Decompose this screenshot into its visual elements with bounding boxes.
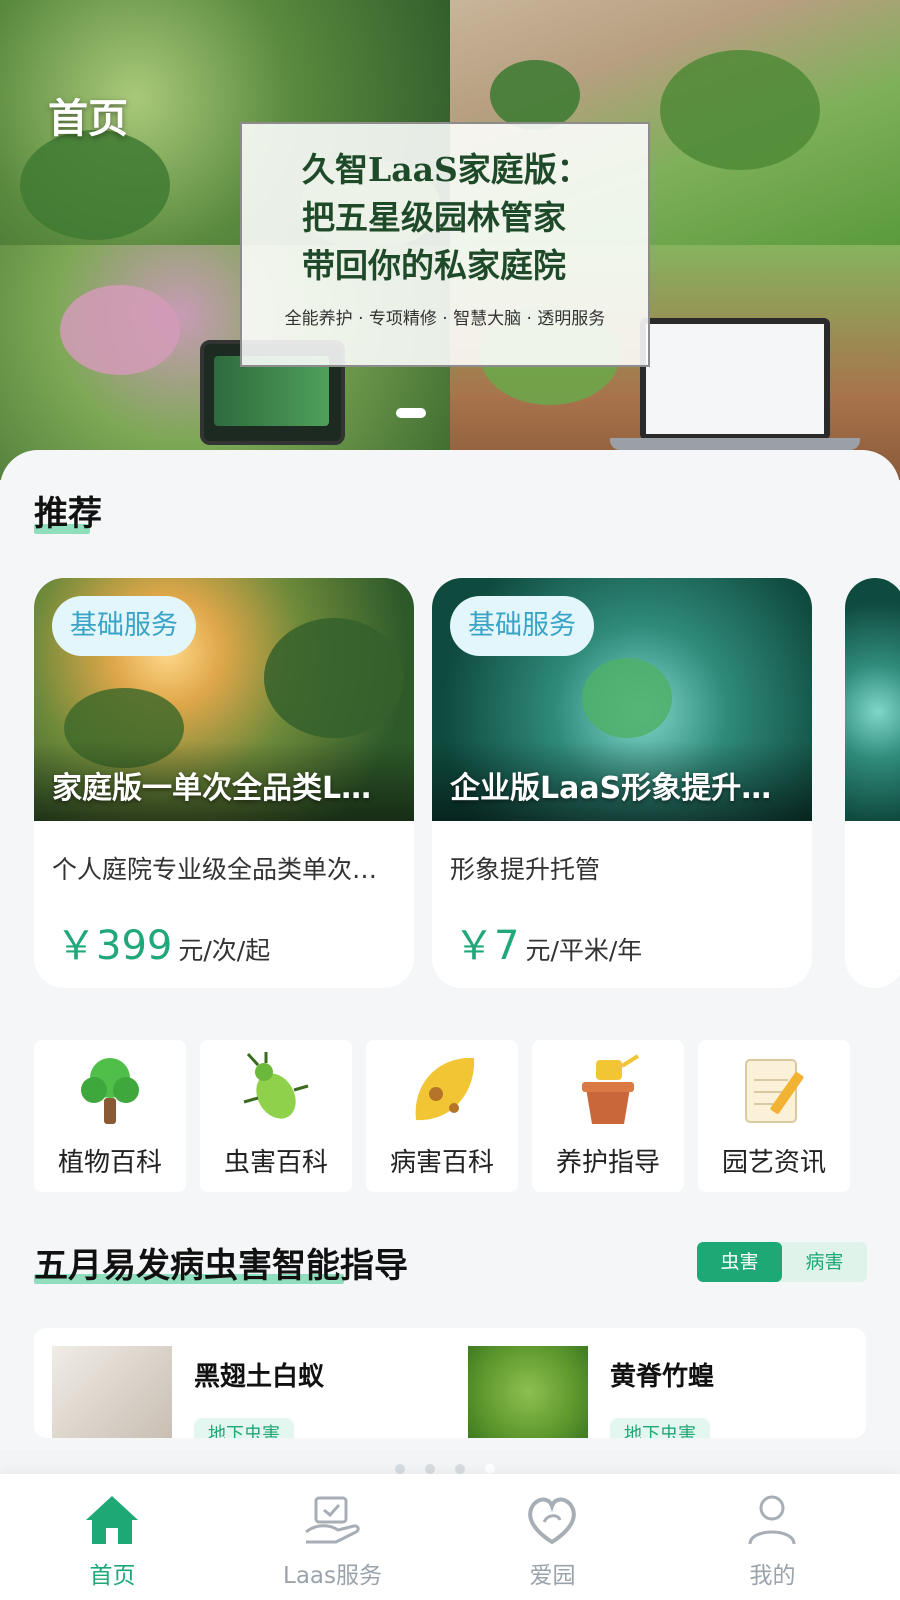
tab-pest[interactable]: 虫害 — [697, 1242, 782, 1282]
nav-home[interactable]: 首页 — [0, 1474, 225, 1600]
notepad-icon — [745, 1059, 804, 1123]
page-title: 首页 — [48, 96, 128, 142]
home-icon — [86, 1496, 138, 1544]
recommend-title: 推荐 — [34, 494, 102, 534]
banner-headline-1: 久智LaaS家庭版： — [302, 150, 590, 189]
category-disease-encyclopedia[interactable]: 病害百科 — [366, 1040, 518, 1192]
nav-label: 爱园 — [529, 1563, 576, 1589]
service-price: ￥7 元/平米/年 — [454, 913, 642, 971]
pest-name[interactable]: 黄脊竹蝗 — [610, 1356, 714, 1393]
guide-title: 五月易发病虫害智能指导 — [34, 1246, 408, 1286]
banner-promo-card: 久智LaaS家庭版： 把五星级园林管家 带回你的私家庭院 全能养护 · 专项精修… — [240, 122, 650, 367]
category-label: 养护指导 — [555, 1148, 660, 1178]
pest-disease-toggle[interactable]: 虫害 病害 — [697, 1242, 867, 1282]
nav-laas-service[interactable]: Laas服务 — [220, 1474, 445, 1600]
bug-icon — [243, 1052, 309, 1119]
banner-subline: 全能养护 · 专项精修 · 智慧大脑 · 透明服务 — [284, 309, 606, 329]
recommend-card-home[interactable]: 基础服务 家庭版一单次全品类L… 个人庭院专业级全品类单次… ￥399 元/次/起 — [34, 578, 414, 988]
bottom-nav: 首页 Laas服务 爱园 我的 — [0, 1474, 900, 1600]
price-unit: 元/次/起 — [178, 936, 271, 965]
nav-label: 首页 — [89, 1563, 136, 1589]
pest-image[interactable] — [468, 1346, 588, 1438]
banner-headline-3: 带回你的私家庭院 — [302, 246, 566, 285]
service-desc: 形象提升托管 — [450, 855, 601, 884]
nav-label: Laas服务 — [283, 1563, 382, 1589]
heart-leaf-icon — [528, 1497, 576, 1545]
service-price: ￥399 元/次/起 — [56, 913, 270, 971]
watering-pot-icon — [582, 1054, 640, 1124]
pest-tag: 地下虫害 — [610, 1418, 710, 1438]
hand-service-icon — [305, 1496, 360, 1544]
recommend-card-enterprise[interactable]: 基础服务 企业版LaaS形象提升… 形象提升托管 ￥7 元/平米/年 — [432, 578, 812, 988]
tree-icon — [81, 1058, 139, 1124]
pest-list: 黑翅土白蚁 地下虫害 黄脊竹蝗 地下虫害 — [34, 1328, 866, 1438]
leaf-disease-icon — [415, 1057, 475, 1121]
recommend-card-peek[interactable] — [845, 578, 900, 988]
price-value: ￥399 — [56, 923, 173, 969]
pest-image[interactable] — [52, 1346, 172, 1438]
service-name: 企业版LaaS形象提升… — [450, 771, 772, 806]
service-name: 家庭版一单次全品类L… — [52, 771, 372, 806]
category-pest-encyclopedia[interactable]: 虫害百科 — [200, 1040, 352, 1192]
nav-love-garden[interactable]: 爱园 — [440, 1474, 665, 1600]
banner-page-indicator — [396, 408, 426, 418]
pest-tag: 地下虫害 — [194, 1418, 294, 1438]
category-label: 植物百科 — [57, 1148, 162, 1178]
service-tag: 基础服务 — [52, 596, 196, 656]
nav-mine[interactable]: 我的 — [660, 1474, 885, 1600]
category-gardening-news[interactable]: 园艺资讯 — [698, 1040, 850, 1192]
category-label: 病害百科 — [389, 1148, 494, 1178]
category-label: 虫害百科 — [223, 1148, 328, 1178]
banner-headline-2: 把五星级园林管家 — [302, 198, 566, 237]
user-icon — [748, 1495, 796, 1545]
laptop-image — [640, 318, 830, 440]
service-desc: 个人庭院专业级全品类单次… — [52, 855, 378, 884]
category-care-guide[interactable]: 养护指导 — [532, 1040, 684, 1192]
hero-banner[interactable]: 久智LaaS家庭版： 把五星级园林管家 带回你的私家庭院 全能养护 · 专项精修… — [0, 0, 900, 480]
category-plant-encyclopedia[interactable]: 植物百科 — [34, 1040, 186, 1192]
nav-label: 我的 — [749, 1563, 796, 1589]
price-unit: 元/平米/年 — [525, 936, 643, 965]
category-label: 园艺资讯 — [721, 1148, 826, 1178]
service-tag: 基础服务 — [450, 596, 594, 656]
price-value: ￥7 — [454, 923, 520, 969]
pest-name[interactable]: 黑翅土白蚁 — [194, 1356, 324, 1393]
tab-disease[interactable]: 病害 — [782, 1242, 867, 1282]
